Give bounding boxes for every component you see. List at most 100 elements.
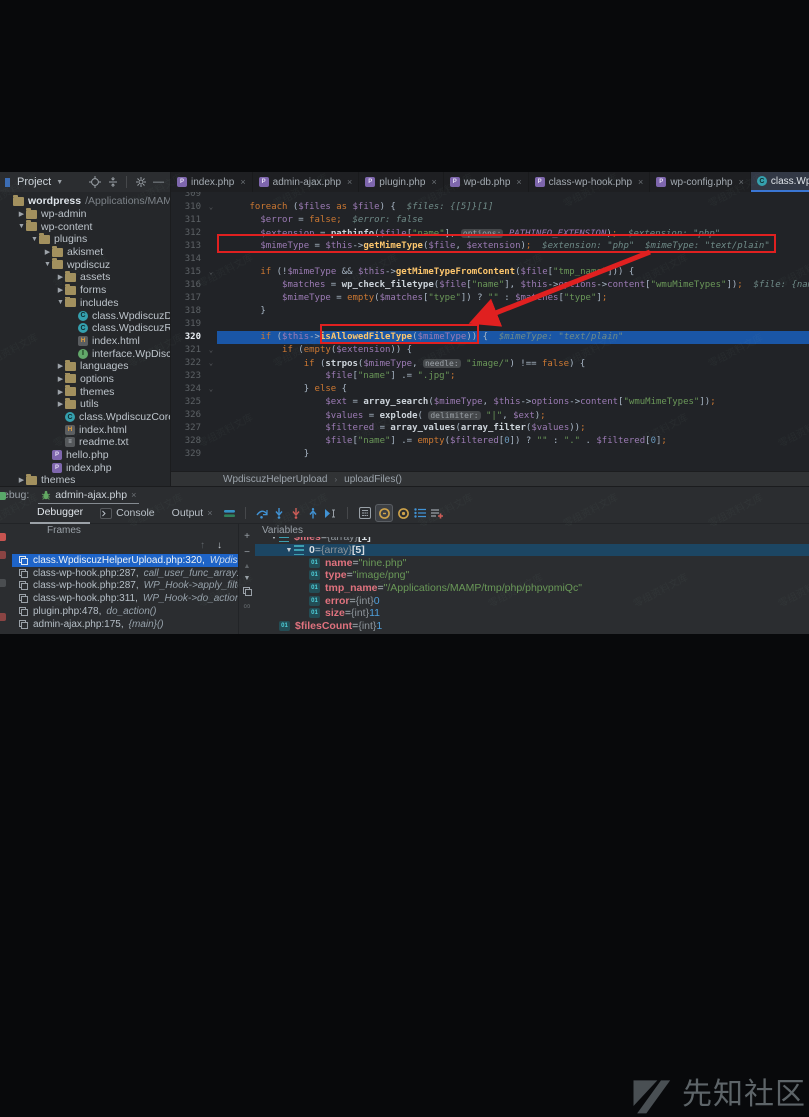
variable-row[interactable]: ▼0 = {array} [5] <box>255 544 809 557</box>
code-line-319[interactable]: 319 <box>171 318 809 331</box>
step-into-icon[interactable] <box>272 506 286 520</box>
project-tree-item[interactable]: ≡readme.txt <box>0 436 170 449</box>
breadcrumb-method[interactable]: uploadFiles() <box>344 474 402 485</box>
code-line-313[interactable]: 313 $mimeType = $this->getMimeType($file… <box>171 240 809 253</box>
settings-cut-icon[interactable] <box>0 579 6 587</box>
tab-console[interactable]: Console <box>93 503 162 523</box>
frame-row[interactable]: plugin.php:478, do_action() <box>12 605 238 618</box>
tab-output[interactable]: Output× <box>165 503 220 523</box>
project-tree-item[interactable]: ▼wpdiscuz <box>0 258 170 271</box>
frame-row[interactable]: class.WpdiscuzHelperUpload.php:320, Wpdi… <box>12 554 238 567</box>
debug-session-tab[interactable]: admin-ajax.php × <box>38 487 139 504</box>
project-tree-item[interactable]: Iinterface.WpDiscuzConst <box>0 347 170 360</box>
frame-row[interactable]: class-wp-hook.php:311, WP_Hook->do_actio… <box>12 592 238 605</box>
frame-row[interactable]: class-wp-hook.php:287, WP_Hook->apply_fi… <box>12 580 238 593</box>
copy-frames-icon[interactable] <box>243 587 252 596</box>
project-tree-item[interactable]: ▶themes <box>0 385 170 398</box>
project-tree-item[interactable]: ▶assets <box>0 271 170 284</box>
variable-row[interactable]: ▼$files = {array} [1] <box>255 537 809 544</box>
project-tree-item[interactable]: ▶options <box>0 373 170 386</box>
remove-watch-minus-icon[interactable]: − <box>244 547 250 558</box>
tab-debugger[interactable]: Debugger <box>30 502 90 524</box>
project-tree-item[interactable]: Cclass.WpdiscuzRest.php <box>0 322 170 335</box>
editor-tab[interactable]: Cclass.WpdiscuzHelperUpload.php× <box>751 172 809 192</box>
editor-tab[interactable]: Pwp-config.php× <box>650 172 751 192</box>
mute-breakpoints-icon[interactable] <box>396 506 410 520</box>
project-tree-item[interactable]: ▼includes <box>0 297 170 310</box>
breadcrumb-class[interactable]: WpdiscuzHelperUpload <box>223 474 328 485</box>
code-line-309[interactable]: 309 <box>171 192 809 201</box>
step-out-icon[interactable] <box>306 506 320 520</box>
infinity-icon[interactable]: ∞ <box>243 601 250 612</box>
frame-row[interactable]: admin-ajax.php:175, {main}() <box>12 618 238 631</box>
rerun-icon[interactable] <box>0 492 6 500</box>
code-line-325[interactable]: 325 $ext = array_search($mimeType, $this… <box>171 396 809 409</box>
step-over-icon[interactable] <box>255 506 269 520</box>
evaluate-expression-icon[interactable] <box>358 506 372 520</box>
code-line-315[interactable]: 315⌄ if (!$mimeType && $this->getMimeTyp… <box>171 266 809 279</box>
project-tree-item[interactable]: ▶languages <box>0 360 170 373</box>
frame-up-icon[interactable]: ↑ <box>200 540 205 551</box>
add-watch-icon[interactable] <box>430 506 444 520</box>
code-line-312[interactable]: 312 $extension = pathinfo($file["name"],… <box>171 227 809 240</box>
force-step-into-icon[interactable] <box>289 506 303 520</box>
variable-row[interactable]: 01$filesCount = {int} 1 <box>255 620 809 633</box>
code-line-310[interactable]: 310⌄ foreach ($files as $file) { $files:… <box>171 201 809 214</box>
code-line-326[interactable]: 326 $values = explode( delimiter: "|", $… <box>171 409 809 422</box>
code-line-318[interactable]: 318 } <box>171 305 809 318</box>
code-line-327[interactable]: 327 $filtered = array_values(array_filte… <box>171 422 809 435</box>
add-watch-plus-icon[interactable]: + <box>244 531 250 542</box>
frame-down-icon[interactable]: ↓ <box>217 540 222 551</box>
project-tree-item[interactable]: Cclass.WpdiscuzDBManag <box>0 309 170 322</box>
code-line-314[interactable]: 314 <box>171 253 809 266</box>
editor-tab[interactable]: Pclass-wp-hook.php× <box>529 172 651 192</box>
code-editor[interactable]: 309310⌄ foreach ($files as $file) { $fil… <box>171 192 809 471</box>
variable-row[interactable]: 01name = "nine.php" <box>255 556 809 569</box>
run-to-cursor-icon[interactable] <box>323 506 337 520</box>
project-tree-item[interactable]: ▶wp-admin <box>0 208 170 221</box>
project-tree-item[interactable]: Hindex.html <box>0 335 170 348</box>
code-line-317[interactable]: 317 $mimeType = empty($matches["type"]) … <box>171 292 809 305</box>
move-up-icon[interactable]: ▲ <box>244 563 251 570</box>
variable-row[interactable]: 01tmp_name = "/Applications/MAMP/tmp/php… <box>255 582 809 595</box>
layout-settings-icon[interactable] <box>222 506 236 520</box>
editor-tab[interactable]: Pwp-db.php× <box>444 172 529 192</box>
project-tree-item[interactable]: ▼plugins <box>0 233 170 246</box>
project-tree-item[interactable]: wordpress/Applications/MAMP/htdocs <box>0 195 170 208</box>
variable-row[interactable]: 01error = {int} 0 <box>255 594 809 607</box>
editor-tab[interactable]: Padmin-ajax.php× <box>253 172 360 192</box>
project-tree-item[interactable]: ▶forms <box>0 284 170 297</box>
code-line-316[interactable]: 316 $matches = wp_check_filetype($file["… <box>171 279 809 292</box>
close-session-icon[interactable]: × <box>131 490 136 500</box>
code-line-311[interactable]: 311 $error = false; $error: false <box>171 214 809 227</box>
variable-row[interactable]: 01size = {int} 11 <box>255 607 809 620</box>
move-down-icon[interactable]: ▼ <box>244 575 251 582</box>
code-line-324[interactable]: 324⌄ } else { <box>171 383 809 396</box>
project-tree-item[interactable]: ▼wp-content <box>0 220 170 233</box>
project-tree-item[interactable]: Cclass.WpdiscuzCore.php <box>0 411 170 424</box>
project-title-dropdown-arrow[interactable]: ▼ <box>56 179 63 186</box>
code-line-328[interactable]: 328 $file["name"] .= empty($filtered[0])… <box>171 435 809 448</box>
hide-panel-icon[interactable]: — <box>152 176 165 189</box>
collapse-all-icon[interactable] <box>106 176 119 189</box>
project-tree-item[interactable]: ▶akismet <box>0 246 170 259</box>
code-line-329[interactable]: 329 } <box>171 448 809 461</box>
project-tree-item[interactable]: Pindex.php <box>0 461 170 474</box>
variable-row[interactable]: 01type = "image/png" <box>255 569 809 582</box>
view-breakpoints-icon[interactable] <box>375 504 393 522</box>
project-tree-item[interactable]: ▶themes <box>0 474 170 486</box>
breakpoint-icon[interactable] <box>0 551 6 559</box>
stop-icon[interactable] <box>0 533 6 541</box>
gear-icon[interactable] <box>134 176 147 189</box>
threads-icon[interactable] <box>413 506 427 520</box>
code-line-322[interactable]: 322⌄ if (strpos($mimeType, needle: "imag… <box>171 357 809 370</box>
breakpoint2-icon[interactable] <box>0 613 6 621</box>
code-line-321[interactable]: 321⌄ if (empty($extension)) { <box>171 344 809 357</box>
locate-icon[interactable] <box>88 176 101 189</box>
code-line-323[interactable]: 323 $file["name"] .= ".jpg"; <box>171 370 809 383</box>
project-tree-item[interactable]: Hindex.html <box>0 423 170 436</box>
code-line-320[interactable]: 320 if ($this->isAllowedFileType($mimeTy… <box>171 331 809 344</box>
project-tree-item[interactable]: Phello.php <box>0 449 170 462</box>
editor-tab[interactable]: Pindex.php× <box>171 172 253 192</box>
project-tree-item[interactable]: ▶utils <box>0 398 170 411</box>
